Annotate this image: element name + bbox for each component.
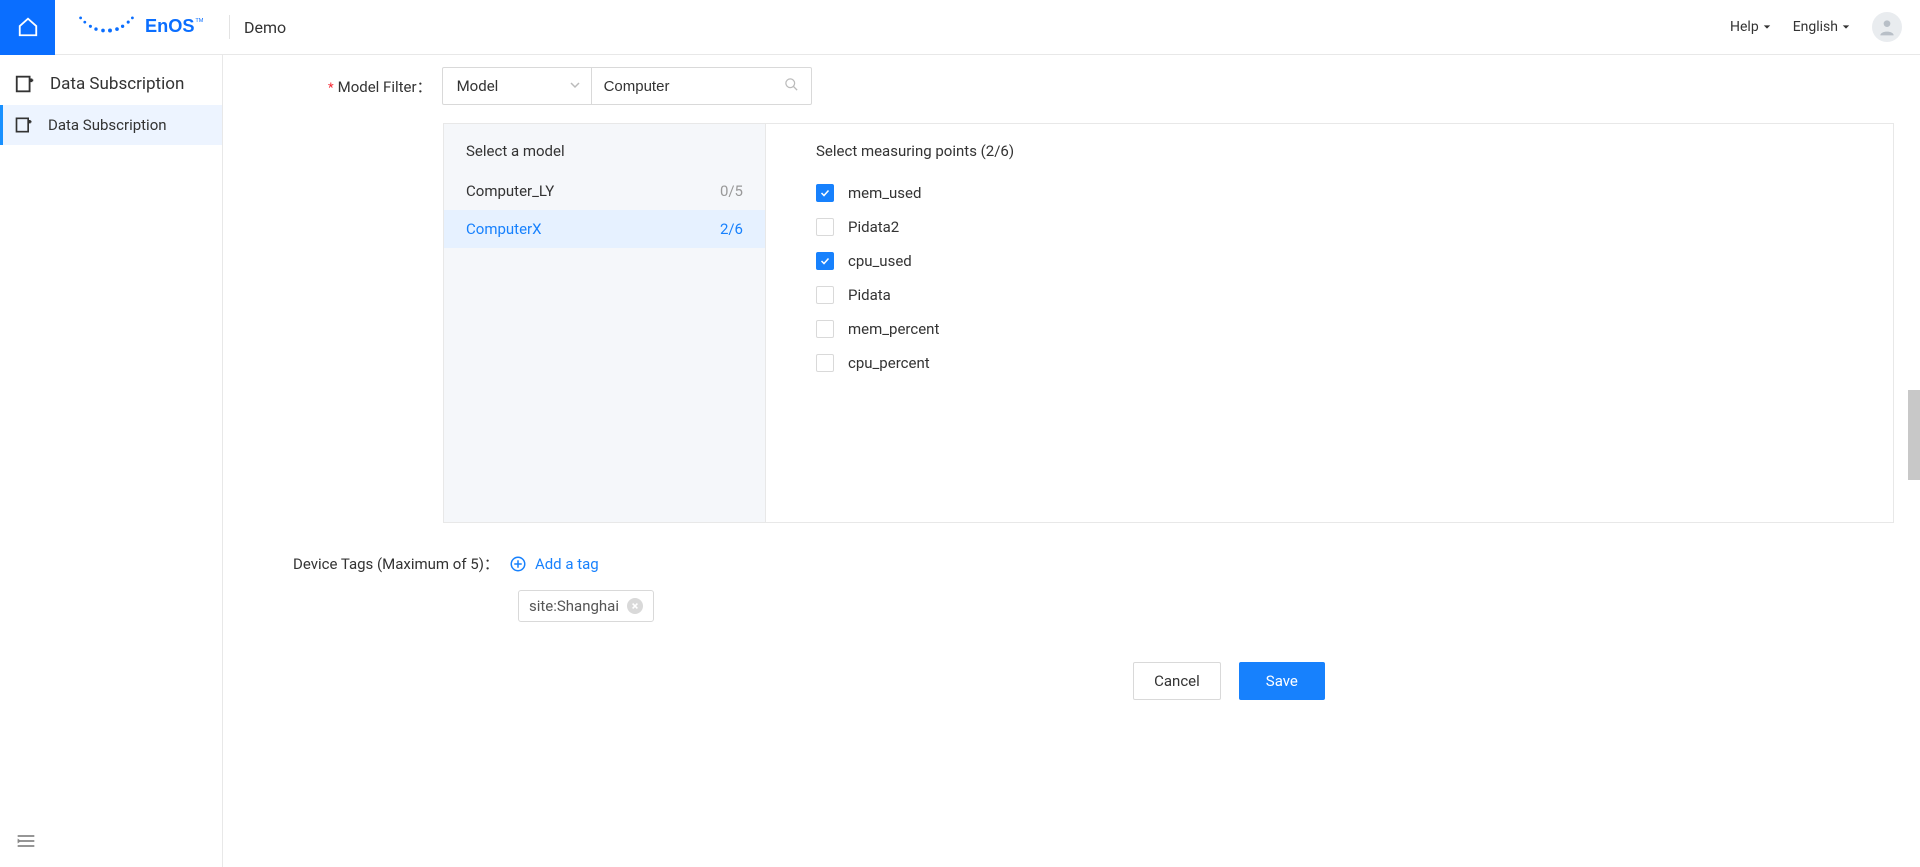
filter-search-input[interactable] bbox=[604, 78, 784, 95]
chevron-down-icon bbox=[569, 77, 581, 95]
point-label: cpu_used bbox=[848, 252, 912, 270]
home-icon bbox=[17, 16, 39, 38]
point-row[interactable]: Pidata2 bbox=[816, 210, 1843, 244]
save-button[interactable]: Save bbox=[1239, 662, 1325, 700]
model-name: ComputerX bbox=[466, 220, 542, 238]
header-divider bbox=[229, 15, 230, 39]
collapse-icon[interactable] bbox=[16, 833, 36, 849]
language-label: English bbox=[1793, 19, 1838, 35]
checkbox[interactable] bbox=[816, 184, 834, 202]
close-icon bbox=[631, 602, 639, 610]
required-star: * bbox=[328, 81, 334, 96]
subscription-icon bbox=[14, 73, 36, 95]
home-button[interactable] bbox=[0, 0, 55, 55]
app-header: EnOS TM Demo Help English bbox=[0, 0, 1920, 55]
model-count: 2/6 bbox=[720, 220, 743, 238]
checkbox[interactable] bbox=[816, 252, 834, 270]
filter-select[interactable]: Model bbox=[442, 67, 592, 105]
tag-list: site:Shanghai bbox=[518, 590, 1900, 622]
svg-text:TM: TM bbox=[195, 18, 203, 24]
checkbox[interactable] bbox=[816, 354, 834, 372]
caret-down-icon bbox=[1763, 23, 1771, 31]
content-area: *Model Filter： Model Select a mod bbox=[223, 55, 1920, 867]
device-tags-label: Device Tags (Maximum of 5)： bbox=[293, 553, 499, 574]
points-panel: Select measuring points (2/6) mem_used Pi… bbox=[766, 124, 1893, 522]
org-name: Demo bbox=[244, 18, 286, 37]
filter-select-value: Model bbox=[457, 77, 499, 95]
user-icon bbox=[1877, 17, 1897, 37]
plus-circle-icon bbox=[509, 555, 527, 573]
caret-down-icon bbox=[1842, 23, 1850, 31]
brand-area: EnOS TM Demo bbox=[55, 12, 306, 42]
checkbox[interactable] bbox=[816, 320, 834, 338]
check-icon bbox=[819, 187, 831, 199]
sidebar-group-title: Data Subscription bbox=[50, 74, 184, 94]
point-row[interactable]: mem_percent bbox=[816, 312, 1843, 346]
cancel-button[interactable]: Cancel bbox=[1133, 662, 1221, 700]
help-label: Help bbox=[1730, 19, 1759, 35]
sidebar-item-label: Data Subscription bbox=[48, 116, 167, 134]
model-filter-label: *Model Filter： bbox=[328, 76, 432, 97]
point-row[interactable]: cpu_percent bbox=[816, 346, 1843, 380]
checkbox[interactable] bbox=[816, 218, 834, 236]
model-list-panel: Select a model Computer_LY 0/5 ComputerX 2/… bbox=[444, 124, 766, 522]
point-label: cpu_percent bbox=[848, 354, 930, 372]
device-tags-row: Device Tags (Maximum of 5)： Add a tag bbox=[293, 553, 1900, 574]
point-label: Pidata2 bbox=[848, 218, 899, 236]
action-buttons: Cancel Save bbox=[558, 662, 1900, 700]
sidebar-header: Data Subscription bbox=[0, 55, 222, 105]
point-label: mem_percent bbox=[848, 320, 939, 338]
model-item[interactable]: Computer_LY 0/5 bbox=[444, 172, 765, 210]
point-label: mem_used bbox=[848, 184, 921, 202]
sidebar-footer bbox=[0, 819, 222, 867]
header-right: Help English bbox=[1730, 12, 1920, 42]
add-tag-button[interactable]: Add a tag bbox=[509, 555, 599, 573]
filter-search[interactable] bbox=[592, 67, 812, 105]
checkbox[interactable] bbox=[816, 286, 834, 304]
subscription-icon bbox=[14, 115, 34, 135]
model-name: Computer_LY bbox=[466, 182, 554, 200]
model-filter-row: *Model Filter： Model bbox=[328, 67, 1900, 105]
point-row[interactable]: cpu_used bbox=[816, 244, 1843, 278]
tag-text: site:Shanghai bbox=[529, 597, 619, 615]
point-row[interactable]: mem_used bbox=[816, 176, 1843, 210]
point-label: Pidata bbox=[848, 286, 891, 304]
language-menu[interactable]: English bbox=[1793, 19, 1850, 35]
point-row[interactable]: Pidata bbox=[816, 278, 1843, 312]
model-item[interactable]: ComputerX 2/6 bbox=[444, 210, 765, 248]
add-tag-label: Add a tag bbox=[535, 555, 599, 573]
svg-text:EnOS: EnOS bbox=[145, 16, 195, 36]
filter-controls: Model bbox=[442, 67, 812, 105]
brand-logo: EnOS TM bbox=[75, 12, 215, 42]
check-icon bbox=[819, 255, 831, 267]
model-panel: Select a model Computer_LY 0/5 ComputerX 2/… bbox=[443, 123, 1894, 523]
tag-pill: site:Shanghai bbox=[518, 590, 654, 622]
sidebar: Data Subscription Data Subscription bbox=[0, 55, 223, 867]
help-menu[interactable]: Help bbox=[1730, 19, 1771, 35]
sidebar-item-data-subscription[interactable]: Data Subscription bbox=[0, 105, 222, 145]
points-title: Select measuring points (2/6) bbox=[816, 142, 1843, 160]
model-count: 0/5 bbox=[720, 182, 743, 200]
search-icon bbox=[784, 77, 799, 96]
tag-remove-button[interactable] bbox=[627, 598, 643, 614]
avatar[interactable] bbox=[1872, 12, 1902, 42]
model-list-title: Select a model bbox=[444, 124, 765, 172]
scrollbar-thumb[interactable] bbox=[1908, 390, 1920, 480]
